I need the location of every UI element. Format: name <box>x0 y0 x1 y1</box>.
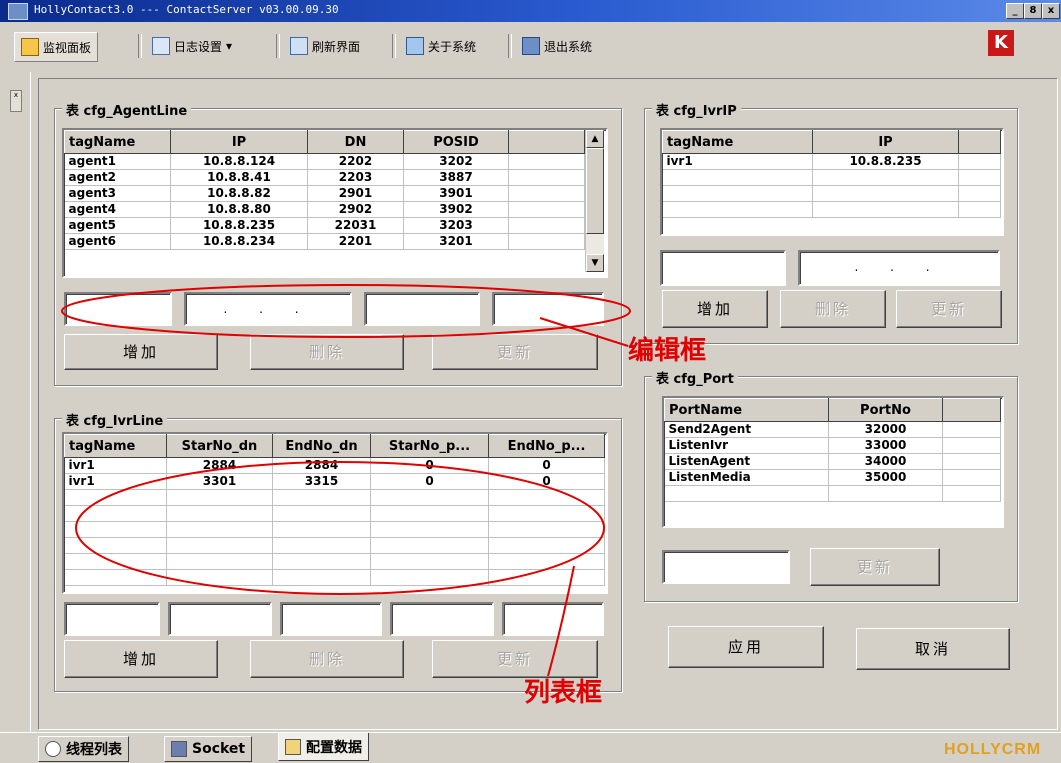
annotation-overlay <box>61 284 631 677</box>
list-box-annotation: 列表框 <box>524 678 603 708</box>
tab-label: 线程列表 <box>66 742 122 758</box>
tab-label: 配置数据 <box>306 739 362 756</box>
tab-config-data[interactable]: 配置数据 <box>278 733 369 761</box>
brand-text: HOLLYCRM <box>944 741 1042 758</box>
list-box-pointer-line <box>547 565 575 677</box>
tab-label: Socket <box>192 741 246 757</box>
tab-socket[interactable]: Socket <box>164 736 253 762</box>
edit-box-annotation: 编辑框 <box>628 336 707 366</box>
edit-box-highlight-ellipse <box>61 284 631 338</box>
tab-thread-list[interactable]: 线程列表 <box>38 736 129 762</box>
list-box-highlight-ellipse <box>75 461 605 595</box>
edit-box-pointer-line <box>539 317 629 347</box>
bottom-tab-strip <box>0 732 1061 763</box>
socket-icon <box>171 741 187 757</box>
config-data-icon <box>285 738 301 755</box>
thread-list-icon <box>45 741 61 757</box>
